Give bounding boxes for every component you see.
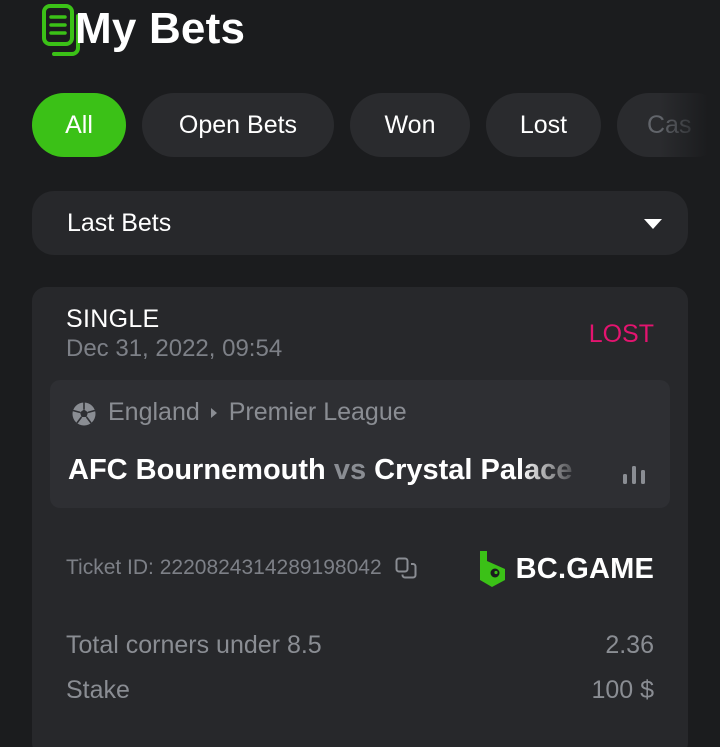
- selection-odds: 2.36: [605, 631, 654, 659]
- stake-value: 100 $: [591, 676, 654, 704]
- match-teams: AFC Bournemouth vs Crystal Palace: [68, 454, 588, 487]
- league-country: England: [108, 398, 200, 426]
- caret-down-icon: [644, 219, 662, 229]
- bet-selection-row: Total corners under 8.5 2.36: [66, 631, 654, 660]
- match-info[interactable]: England Premier League AFC Bournemouth v…: [50, 380, 670, 508]
- league-breadcrumb: England Premier League: [108, 398, 407, 427]
- ticket-id: Ticket ID: 2220824314289198042: [66, 556, 382, 579]
- match-overflow-fade: [520, 450, 590, 490]
- last-bets-dropdown[interactable]: Last Bets: [32, 191, 688, 255]
- soccer-ball-icon: [72, 402, 96, 426]
- tab-lost[interactable]: Lost: [486, 93, 601, 157]
- stake-row: Stake 100 $: [66, 676, 654, 705]
- selection-label: Total corners under 8.5: [66, 631, 322, 659]
- bc-game-logo-icon: [479, 551, 505, 587]
- bet-card[interactable]: SINGLE Dec 31, 2022, 09:54 LOST England …: [32, 287, 688, 747]
- bet-filter-tabs: All Open Bets Won Lost Cas: [32, 93, 720, 157]
- copy-icon[interactable]: [395, 557, 417, 579]
- league-competition: Premier League: [228, 398, 407, 426]
- dropdown-selected-value: Last Bets: [67, 208, 172, 237]
- ticket-id-row: Ticket ID: 2220824314289198042: [66, 556, 417, 580]
- breadcrumb-arrow-icon: [210, 407, 217, 418]
- brand-name: BC.GAME: [515, 552, 654, 585]
- bet-type: SINGLE: [66, 305, 160, 333]
- tab-won[interactable]: Won: [350, 93, 470, 157]
- stats-bar-chart-icon[interactable]: [622, 464, 646, 484]
- stake-label: Stake: [66, 676, 130, 704]
- tab-all[interactable]: All: [32, 93, 126, 157]
- brand-logo: BC.GAME: [478, 549, 654, 589]
- home-team: AFC Bournemouth: [68, 454, 326, 486]
- tab-cashout[interactable]: Cas: [617, 93, 720, 157]
- bet-date: Dec 31, 2022, 09:54: [66, 335, 283, 362]
- my-bets-screen: My Bets All Open Bets Won Lost Cas Last …: [0, 0, 720, 747]
- versus-label: vs: [333, 454, 367, 486]
- tab-open-bets[interactable]: Open Bets: [142, 93, 334, 157]
- bet-status-badge: LOST: [588, 320, 654, 348]
- page-title: My Bets: [75, 4, 246, 53]
